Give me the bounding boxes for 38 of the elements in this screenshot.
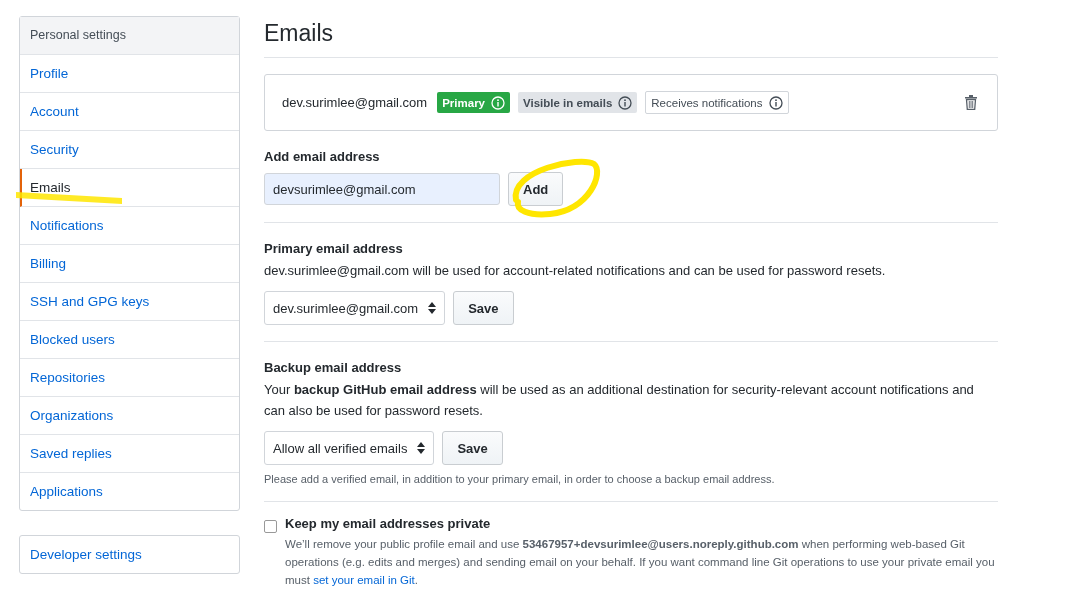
email-badge: Receives notifications	[645, 91, 789, 114]
section-label: Primary email address	[264, 241, 404, 256]
sidebar-item[interactable]: Saved replies	[20, 435, 239, 473]
info-icon[interactable]	[618, 95, 633, 110]
sidebar-item[interactable]: Applications	[20, 473, 239, 510]
checkbox-label: Keep my email addresses private	[285, 516, 492, 531]
page-title: Emails	[264, 20, 998, 58]
save-button[interactable]: Save	[442, 431, 503, 465]
section-description: Your backup GitHub email address will be used as an additional destination for security-relevant account notifications and can also be used for password resets.	[264, 381, 975, 420]
email-select[interactable]: dev.surimlee@gmail.com	[264, 291, 446, 325]
help-note: Please add a verified email, in addition to your primary email, in order to choose a backup email address.	[264, 473, 776, 485]
email-badge: Primary	[437, 92, 510, 113]
section-label: Backup email address	[264, 360, 403, 375]
sidebar-item[interactable]: Profile	[20, 55, 239, 93]
sidebar-item[interactable]: SSH and GPG keys	[20, 283, 239, 321]
sidebar-item[interactable]: Repositories	[20, 359, 239, 397]
menu-heading: Personal settings	[20, 17, 239, 55]
info-icon[interactable]	[768, 95, 783, 110]
section-label: Add email address	[264, 149, 381, 164]
select-caret-icon	[428, 302, 437, 314]
email-badge: Visible in emails	[518, 92, 638, 113]
checkbox-description: We’ll remove your public profile email and use 53467957+devsurimlee@users.noreply.github.com when performing web-based Git operations (e.g. edits and merges) and sending email on your behalf. If you want command line Git operations to use your private email you must set your email in Git.	[285, 537, 996, 588]
sidebar-item[interactable]: Organizations	[20, 397, 239, 435]
sidebar-item[interactable]: Developer settings	[20, 536, 239, 573]
section-description: dev.surimlee@gmail.com will be used for account-related notifications and can be used for password resets.	[264, 262, 887, 280]
sidebar-item[interactable]: Notifications	[20, 207, 239, 245]
select-caret-icon	[417, 442, 426, 454]
sidebar-item[interactable]: Account	[20, 93, 239, 131]
backup-select[interactable]: Allow all verified emails	[264, 431, 435, 465]
sidebar-item[interactable]: Security	[20, 131, 239, 169]
sidebar-item[interactable]: Billing	[20, 245, 239, 283]
save-button[interactable]: Save	[453, 291, 514, 325]
git-email-link[interactable]: set your email in Git	[313, 574, 415, 586]
trash-icon[interactable]	[965, 95, 977, 110]
sidebar-item[interactable]: Blocked users	[20, 321, 239, 359]
private-checkbox[interactable]	[264, 520, 277, 533]
email-address: dev.surimlee@gmail.com	[282, 95, 428, 110]
email-input[interactable]: devsurimlee@gmail.com	[264, 173, 500, 205]
